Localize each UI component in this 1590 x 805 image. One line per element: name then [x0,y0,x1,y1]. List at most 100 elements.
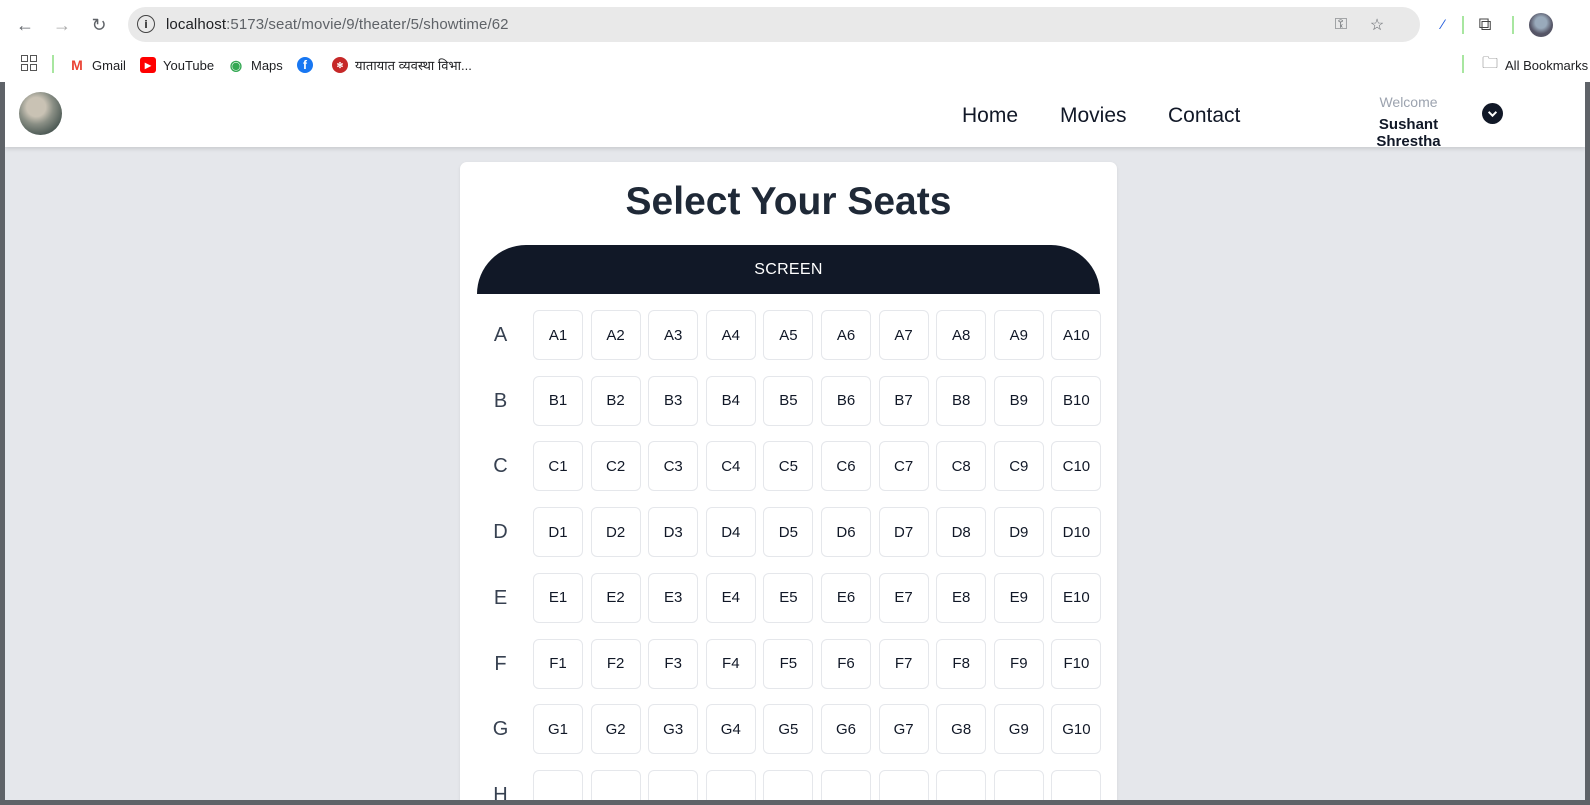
bookmark-facebook[interactable]: f [297,55,313,75]
seat-button[interactable]: F8 [936,638,987,689]
seat-button[interactable] [821,769,871,800]
nav-contact[interactable]: Contact [1168,104,1240,128]
seat-button[interactable] [878,769,929,800]
seat-button[interactable]: F9 [993,638,1044,689]
extensions-icon[interactable]: ⧉ [1473,12,1497,36]
seat-button[interactable]: F6 [821,638,871,689]
seat-button[interactable]: A5 [763,310,814,360]
seat-button[interactable]: G4 [705,704,756,755]
seat-button[interactable]: B5 [763,375,814,426]
url-text[interactable]: localhost:5173/seat/movie/9/theater/5/sh… [166,16,509,33]
seat-button[interactable]: C3 [648,441,699,492]
seat-button[interactable]: C5 [763,441,814,492]
seat-button[interactable]: C2 [590,441,641,492]
apps-grid-icon[interactable] [21,55,37,71]
seat-button[interactable]: E10 [1051,572,1102,623]
seat-button[interactable]: G5 [763,704,814,755]
seat-button[interactable]: G9 [993,704,1044,755]
bookmark-star-icon[interactable]: ☆ [1366,14,1388,36]
pen-extension-icon[interactable]: ⁄ [1431,12,1455,36]
seat-button[interactable]: E8 [936,572,987,623]
seat-button[interactable]: E7 [878,572,929,623]
seat-button[interactable]: C10 [1051,441,1102,492]
seat-button[interactable]: C1 [533,441,583,492]
seat-button[interactable]: A3 [648,310,699,360]
site-info-icon[interactable]: i [137,15,155,33]
seat-button[interactable]: A8 [936,310,987,360]
seat-button[interactable]: F1 [533,638,583,689]
seat-button[interactable]: E9 [993,572,1044,623]
seat-button[interactable]: B4 [705,375,756,426]
seat-button[interactable]: F7 [878,638,929,689]
seat-button[interactable]: C6 [821,441,871,492]
seat-button[interactable]: G2 [590,704,641,755]
seat-button[interactable]: D3 [648,507,699,558]
seat-button[interactable]: F10 [1051,638,1102,689]
seat-button[interactable]: E5 [763,572,814,623]
forward-icon[interactable]: → [49,12,75,38]
seat-button[interactable]: E6 [821,572,871,623]
seat-button[interactable]: D7 [878,507,929,558]
seat-button[interactable]: D8 [936,507,987,558]
seat-button[interactable]: B3 [648,375,699,426]
all-bookmarks[interactable]: 🗀 All Bookmarks [1482,55,1588,75]
seat-button[interactable]: E1 [533,572,583,623]
nav-movies[interactable]: Movies [1060,104,1127,128]
seat-button[interactable]: B1 [533,375,583,426]
seat-button[interactable]: D1 [533,507,583,558]
nav-home[interactable]: Home [962,104,1018,128]
seat-button[interactable] [993,769,1044,800]
seat-button[interactable]: G10 [1051,704,1102,755]
seat-button[interactable]: C4 [705,441,756,492]
seat-button[interactable]: G1 [533,704,583,755]
password-key-icon[interactable]: ⚿ [1330,14,1352,36]
site-logo[interactable] [19,92,62,135]
seat-button[interactable]: B7 [878,375,929,426]
seat-button[interactable]: B2 [590,375,641,426]
back-icon[interactable]: ← [12,12,38,38]
seat-button[interactable] [763,769,814,800]
seat-button[interactable]: E3 [648,572,699,623]
seat-button[interactable]: D5 [763,507,814,558]
seat-button[interactable]: D10 [1051,507,1102,558]
seat-button[interactable]: G8 [936,704,987,755]
seat-button[interactable]: G6 [821,704,871,755]
seat-button[interactable]: F3 [648,638,699,689]
seat-button[interactable]: A4 [705,310,756,360]
seat-button[interactable]: G7 [878,704,929,755]
seat-button[interactable]: A9 [993,310,1044,360]
seat-button[interactable]: D2 [590,507,641,558]
seat-button[interactable]: C8 [936,441,987,492]
seat-button[interactable] [533,769,583,800]
bookmark-gmail[interactable]: M Gmail [69,55,126,75]
seat-button[interactable]: B10 [1051,375,1102,426]
seat-button[interactable]: E2 [590,572,641,623]
bookmark-dotm[interactable]: ✻ यातायात व्यवस्था विभा... [332,55,472,75]
seat-button[interactable]: A1 [533,310,583,360]
seat-button[interactable]: C9 [993,441,1044,492]
seat-button[interactable] [648,769,699,800]
seat-button[interactable]: C7 [878,441,929,492]
seat-button[interactable]: B9 [993,375,1044,426]
seat-button[interactable]: F2 [590,638,641,689]
user-menu-button[interactable] [1482,103,1503,124]
seat-button[interactable] [705,769,756,800]
seat-button[interactable] [590,769,641,800]
seat-button[interactable]: E4 [705,572,756,623]
seat-button[interactable]: A2 [590,310,641,360]
bookmark-youtube[interactable]: ▶ YouTube [140,55,214,75]
seat-button[interactable]: A10 [1051,310,1102,360]
seat-button[interactable]: A7 [878,310,929,360]
seat-button[interactable]: B8 [936,375,987,426]
address-bar[interactable]: i localhost:5173/seat/movie/9/theater/5/… [128,7,1420,42]
seat-button[interactable]: D6 [821,507,871,558]
bookmark-maps[interactable]: ◉ Maps [228,55,283,75]
seat-button[interactable]: F4 [705,638,756,689]
seat-button[interactable]: A6 [821,310,871,360]
seat-button[interactable]: D4 [705,507,756,558]
seat-button[interactable]: B6 [821,375,871,426]
seat-button[interactable]: F5 [763,638,814,689]
reload-icon[interactable]: ↻ [86,12,112,38]
seat-button[interactable] [936,769,987,800]
seat-button[interactable] [1051,769,1102,800]
